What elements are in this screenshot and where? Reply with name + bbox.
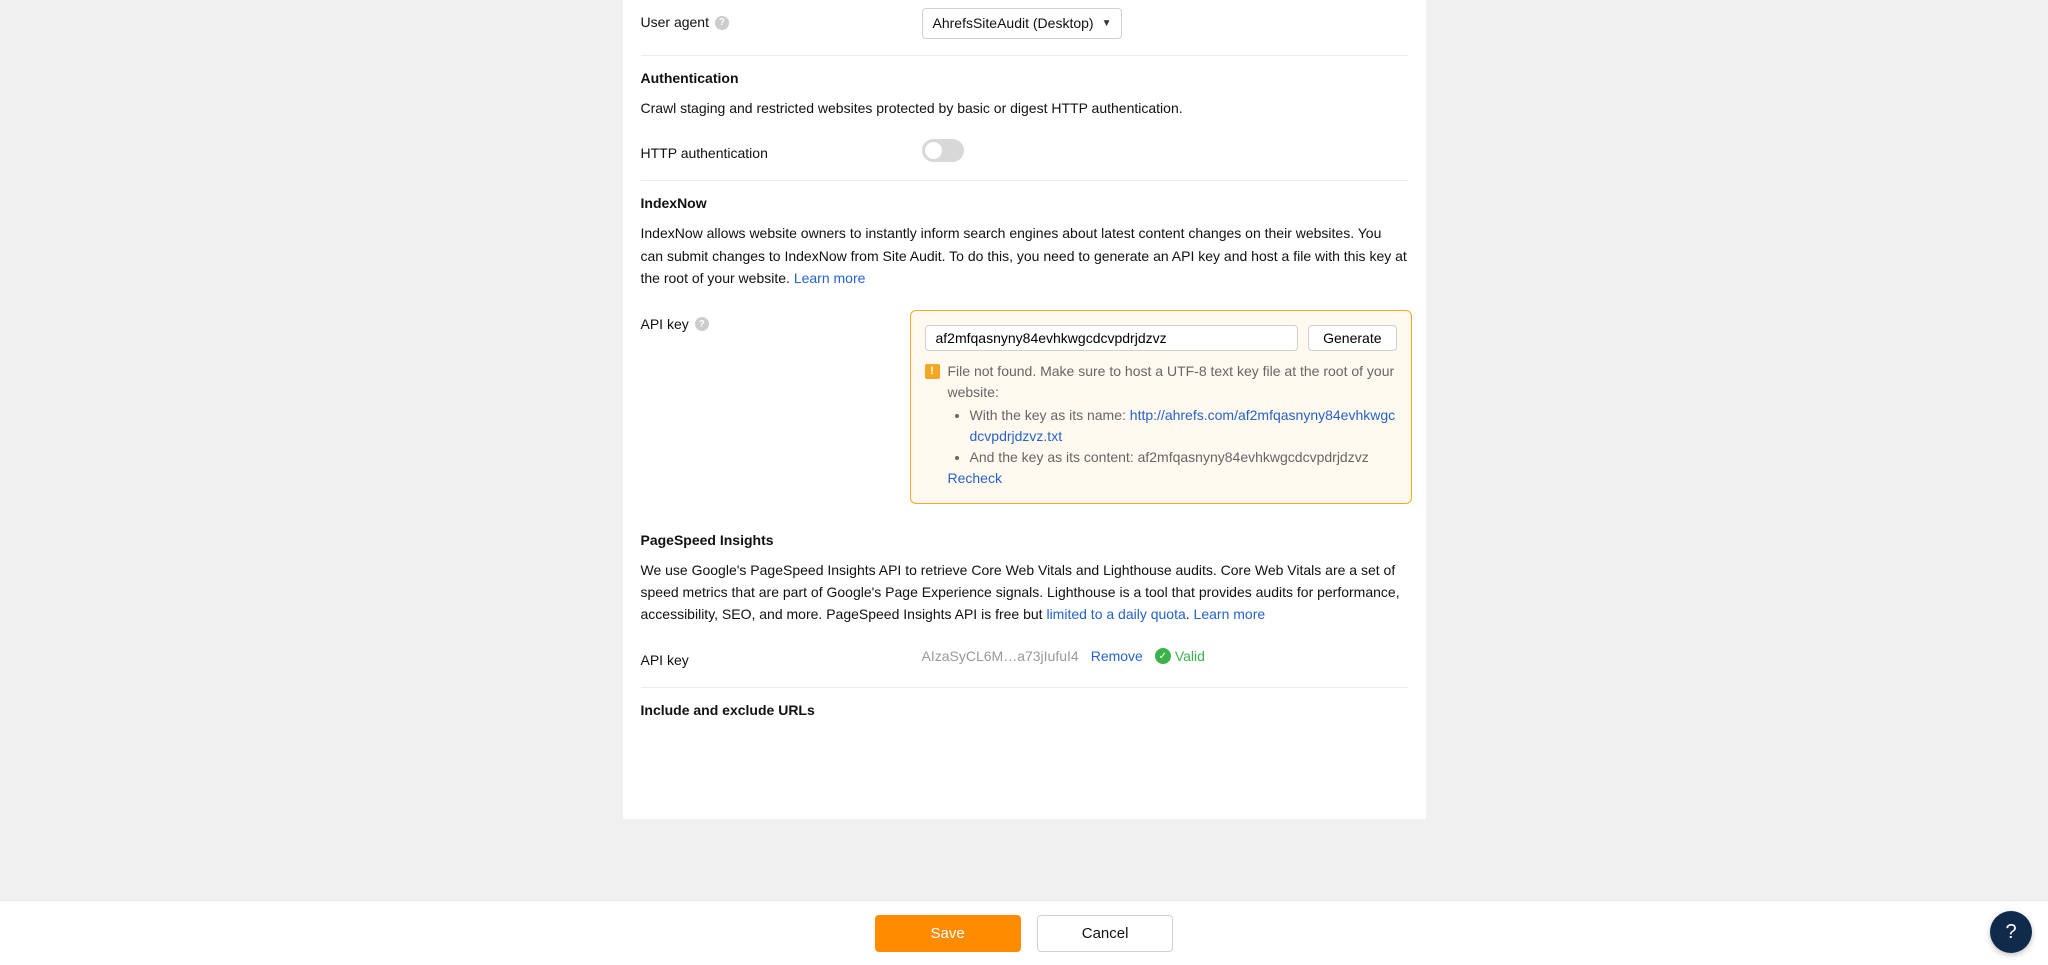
cancel-button[interactable]: Cancel	[1037, 915, 1174, 952]
include-exclude-title: Include and exclude URLs	[641, 700, 1408, 721]
user-agent-dropdown[interactable]: AhrefsSiteAudit (Desktop) ▼	[922, 8, 1123, 39]
warn-intro: File not found. Make sure to host a UTF-…	[948, 363, 1395, 400]
auth-desc: Crawl staging and restricted websites pr…	[641, 97, 1408, 119]
psi-desc: We use Google's PageSpeed Insights API t…	[641, 559, 1408, 626]
indexnow-desc: IndexNow allows website owners to instan…	[641, 222, 1408, 289]
psi-apikey-row: API key AIzaSyCL6M…a73jIufuI4 Remove ✓ V…	[641, 638, 1408, 679]
indexnow-title: IndexNow	[641, 193, 1408, 214]
http-auth-toggle[interactable]	[922, 139, 964, 162]
generate-button[interactable]: Generate	[1308, 325, 1396, 351]
indexnow-apikey-label: API key	[641, 314, 689, 335]
psi-remove-link[interactable]: Remove	[1091, 646, 1143, 667]
user-agent-row: User agent ? AhrefsSiteAudit (Desktop) ▼	[641, 0, 1408, 47]
user-agent-label: User agent	[641, 12, 709, 33]
indexnow-warning-box: Generate ! File not found. Make sure to …	[910, 310, 1412, 504]
psi-desc-text: We use Google's PageSpeed Insights API t…	[641, 562, 1400, 623]
divider	[641, 687, 1408, 688]
psi-quota-link[interactable]: limited to a daily quota	[1046, 606, 1185, 622]
user-agent-selected: AhrefsSiteAudit (Desktop)	[933, 13, 1094, 34]
divider	[641, 180, 1408, 181]
indexnow-desc-text: IndexNow allows website owners to instan…	[641, 225, 1407, 286]
http-auth-row: HTTP authentication	[641, 131, 1408, 172]
indexnow-apikey-input[interactable]	[925, 325, 1299, 351]
http-auth-label: HTTP authentication	[641, 143, 768, 164]
auth-title: Authentication	[641, 68, 1408, 89]
recheck-link[interactable]: Recheck	[948, 470, 1002, 486]
warning-icon: !	[925, 364, 940, 379]
indexnow-learn-more-link[interactable]: Learn more	[794, 270, 866, 286]
footer-bar: Save Cancel	[0, 900, 2048, 965]
psi-apikey-label: API key	[641, 650, 689, 671]
help-fab[interactable]: ?	[1990, 911, 2032, 953]
chevron-down-icon: ▼	[1102, 16, 1112, 31]
divider	[641, 55, 1408, 56]
indexnow-apikey-row: API key ? Generate ! File not found. Mak…	[641, 302, 1408, 512]
help-icon[interactable]: ?	[695, 317, 709, 331]
psi-learn-more-link[interactable]: Learn more	[1194, 606, 1266, 622]
psi-valid-label: Valid	[1175, 646, 1205, 667]
check-icon: ✓	[1155, 648, 1171, 664]
save-button[interactable]: Save	[875, 915, 1021, 952]
psi-apikey-value: AIzaSyCL6M…a73jIufuI4	[922, 646, 1079, 667]
psi-title: PageSpeed Insights	[641, 530, 1408, 551]
help-icon[interactable]: ?	[715, 16, 729, 30]
warn-item-name: With the key as its name: http://ahrefs.…	[970, 405, 1397, 447]
warn-item-content: And the key as its content: af2mfqasnyny…	[970, 447, 1397, 468]
